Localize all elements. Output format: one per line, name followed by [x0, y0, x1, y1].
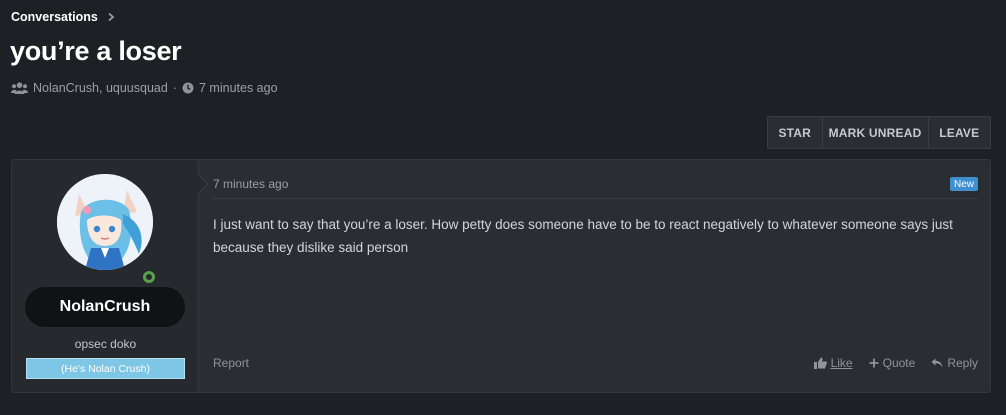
message-time[interactable]: 7 minutes ago — [213, 177, 288, 191]
conversation-actions: STAR MARK UNREAD LEAVE — [767, 116, 991, 149]
message-footer: Report Like Quote Reply — [213, 356, 978, 372]
meta-time: 7 minutes ago — [199, 81, 278, 95]
conversation-meta: NolanCrush, uquusquad · 7 minutes ago — [11, 81, 278, 95]
online-status-indicator — [140, 268, 158, 286]
like-button[interactable]: Like — [813, 356, 853, 370]
username-link[interactable]: NolanCrush — [25, 287, 185, 327]
anime-avatar-image — [57, 174, 153, 270]
reply-icon — [931, 358, 943, 368]
star-button[interactable]: STAR — [768, 117, 823, 148]
message: NolanCrush opsec doko (He's Nolan Crush)… — [11, 159, 991, 393]
mark-unread-button[interactable]: MARK UNREAD — [823, 117, 929, 148]
avatar[interactable] — [57, 174, 153, 270]
report-link[interactable]: Report — [213, 356, 249, 370]
breadcrumb[interactable]: Conversations — [11, 10, 116, 24]
quote-button[interactable]: Quote — [869, 356, 916, 370]
leave-button[interactable]: LEAVE — [929, 117, 990, 148]
participants-text[interactable]: NolanCrush, uquusquad — [33, 81, 168, 95]
user-banner: (He's Nolan Crush) — [26, 358, 185, 379]
message-body: I just want to say that you’re a loser. … — [213, 217, 953, 255]
breadcrumb-conversations-link[interactable]: Conversations — [11, 10, 98, 24]
meta-separator: · — [172, 81, 177, 95]
like-label: Like — [830, 356, 853, 370]
users-icon — [11, 82, 28, 94]
avatar-wrapper — [57, 174, 158, 286]
message-arrow-inner — [198, 175, 207, 193]
quote-label: Quote — [882, 356, 916, 370]
message-actions: Like Quote Reply — [813, 356, 978, 370]
page-title: you’re a loser — [10, 36, 182, 66]
user-title: opsec doko — [74, 337, 137, 351]
message-header: 7 minutes ago New — [213, 174, 978, 199]
reply-button[interactable]: Reply — [931, 356, 978, 370]
new-badge: New — [949, 177, 978, 191]
message-user-column: NolanCrush opsec doko (He's Nolan Crush) — [12, 160, 199, 392]
plus-icon — [869, 358, 879, 368]
thumbs-up-icon — [813, 357, 827, 369]
chevron-right-icon — [108, 12, 115, 22]
clock-icon — [182, 82, 194, 94]
reply-label: Reply — [947, 356, 978, 370]
